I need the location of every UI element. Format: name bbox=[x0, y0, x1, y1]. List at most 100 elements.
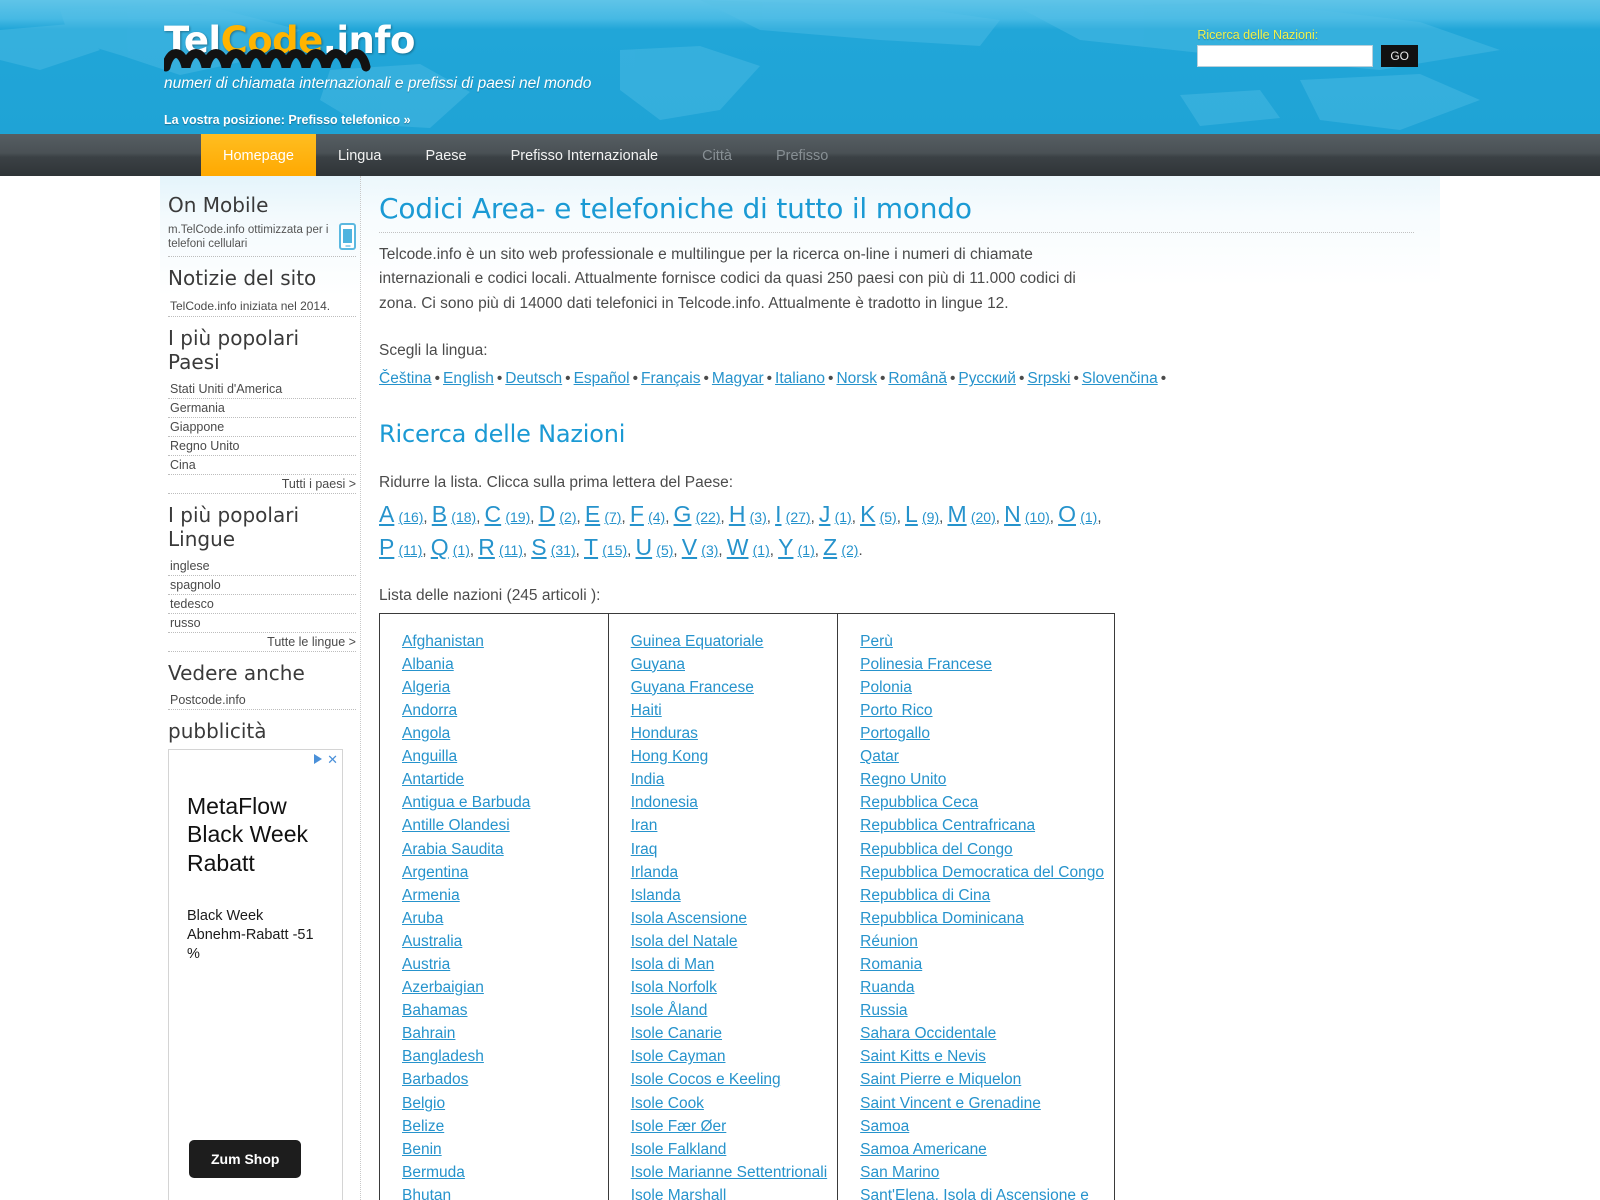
alpha-letter-G[interactable]: G bbox=[674, 501, 692, 527]
alpha-count-U[interactable]: (5) bbox=[656, 542, 673, 558]
alpha-letter-T[interactable]: T bbox=[584, 534, 598, 560]
alpha-count-J[interactable]: (1) bbox=[835, 509, 852, 525]
country-link[interactable]: Porto Rico bbox=[860, 699, 1104, 722]
country-link[interactable]: Isole Cayman bbox=[631, 1045, 827, 1068]
country-link[interactable]: Isola di Man bbox=[631, 953, 827, 976]
country-link[interactable]: Anguilla bbox=[402, 745, 598, 768]
language-link[interactable]: English bbox=[443, 370, 494, 387]
alpha-letter-B[interactable]: B bbox=[432, 501, 447, 527]
country-link[interactable]: Guyana Francese bbox=[631, 676, 827, 699]
country-link[interactable]: Australia bbox=[402, 930, 598, 953]
sidebar-language-item[interactable]: russo bbox=[168, 614, 356, 633]
alpha-count-P[interactable]: (11) bbox=[399, 542, 423, 558]
country-link[interactable]: Sant'Elena, Isola di Ascensione e bbox=[860, 1184, 1104, 1200]
country-link[interactable]: Andorra bbox=[402, 699, 598, 722]
alpha-count-R[interactable]: (11) bbox=[499, 542, 523, 558]
alpha-letter-K[interactable]: K bbox=[860, 501, 875, 527]
language-link[interactable]: Français bbox=[641, 370, 700, 387]
country-link[interactable]: Antille Olandesi bbox=[402, 814, 598, 837]
country-link[interactable]: Armenia bbox=[402, 884, 598, 907]
adchoices-triangle-icon[interactable] bbox=[314, 754, 323, 765]
alpha-count-W[interactable]: (1) bbox=[753, 542, 770, 558]
alpha-letter-Y[interactable]: Y bbox=[778, 534, 793, 560]
country-link[interactable]: Portogallo bbox=[860, 722, 1104, 745]
country-link[interactable]: Iraq bbox=[631, 838, 827, 861]
alpha-count-F[interactable]: (4) bbox=[648, 509, 665, 525]
country-link[interactable]: Arabia Saudita bbox=[402, 838, 598, 861]
alpha-count-Y[interactable]: (1) bbox=[798, 542, 815, 558]
country-link[interactable]: Saint Kitts e Nevis bbox=[860, 1045, 1104, 1068]
adchoices-controls[interactable]: ✕ bbox=[314, 753, 338, 766]
alpha-count-O[interactable]: (1) bbox=[1080, 509, 1097, 525]
country-link[interactable]: Hong Kong bbox=[631, 745, 827, 768]
country-link[interactable]: Russia bbox=[860, 999, 1104, 1022]
country-link[interactable]: Algeria bbox=[402, 676, 598, 699]
country-link[interactable]: Ruanda bbox=[860, 976, 1104, 999]
ad-cta-button[interactable]: Zum Shop bbox=[189, 1139, 302, 1178]
country-link[interactable]: Angola bbox=[402, 722, 598, 745]
nav-item-paese[interactable]: Paese bbox=[403, 134, 488, 177]
country-link[interactable]: Isole Åland bbox=[631, 999, 827, 1022]
country-link[interactable]: Argentina bbox=[402, 861, 598, 884]
alpha-letter-W[interactable]: W bbox=[727, 534, 749, 560]
country-link[interactable]: Qatar bbox=[860, 745, 1104, 768]
sidebar-all-countries-link[interactable]: Tutti i paesi > bbox=[168, 475, 356, 494]
country-link[interactable]: Honduras bbox=[631, 722, 827, 745]
alpha-letter-S[interactable]: S bbox=[531, 534, 546, 560]
alpha-count-E[interactable]: (7) bbox=[604, 509, 621, 525]
country-link[interactable]: Irlanda bbox=[631, 861, 827, 884]
alpha-count-Z[interactable]: (2) bbox=[841, 542, 858, 558]
language-link[interactable]: Srpski bbox=[1027, 370, 1070, 387]
alpha-letter-V[interactable]: V bbox=[682, 534, 697, 560]
country-link[interactable]: Isola Ascensione bbox=[631, 907, 827, 930]
sidebar-country-item[interactable]: Stati Uniti d'America bbox=[168, 380, 356, 399]
country-link[interactable]: Islanda bbox=[631, 884, 827, 907]
country-link[interactable]: Bangladesh bbox=[402, 1045, 598, 1068]
alpha-count-A[interactable]: (16) bbox=[399, 509, 424, 525]
country-link[interactable]: Bermuda bbox=[402, 1161, 598, 1184]
country-link[interactable]: Guyana bbox=[631, 653, 827, 676]
country-link[interactable]: Samoa bbox=[860, 1115, 1104, 1138]
alpha-letter-D[interactable]: D bbox=[539, 501, 556, 527]
alpha-count-M[interactable]: (20) bbox=[971, 509, 996, 525]
country-link[interactable]: Isole Cocos e Keeling bbox=[631, 1068, 827, 1091]
country-link[interactable]: Polinesia Francese bbox=[860, 653, 1104, 676]
country-link[interactable]: Indonesia bbox=[631, 791, 827, 814]
alpha-letter-Q[interactable]: Q bbox=[431, 534, 449, 560]
country-link[interactable]: Antigua e Barbuda bbox=[402, 791, 598, 814]
country-link[interactable]: Repubblica di Cina bbox=[860, 884, 1104, 907]
alpha-letter-I[interactable]: I bbox=[775, 501, 781, 527]
alpha-letter-R[interactable]: R bbox=[478, 534, 495, 560]
country-link[interactable]: Saint Pierre e Miquelon bbox=[860, 1068, 1104, 1091]
language-link[interactable]: Čeština bbox=[379, 370, 432, 387]
alpha-letter-M[interactable]: M bbox=[947, 501, 966, 527]
country-link[interactable]: Réunion bbox=[860, 930, 1104, 953]
country-link[interactable]: Bhutan bbox=[402, 1184, 598, 1200]
language-link[interactable]: Română bbox=[888, 370, 947, 387]
country-link[interactable]: India bbox=[631, 768, 827, 791]
country-link[interactable]: Isole Cook bbox=[631, 1092, 827, 1115]
country-link[interactable]: Barbados bbox=[402, 1068, 598, 1091]
country-link[interactable]: Repubblica Ceca bbox=[860, 791, 1104, 814]
alpha-count-L[interactable]: (9) bbox=[922, 509, 939, 525]
country-link[interactable]: Bahamas bbox=[402, 999, 598, 1022]
language-link[interactable]: Русский bbox=[958, 370, 1016, 387]
sidebar-see-also-item[interactable]: Postcode.info bbox=[168, 691, 356, 710]
alpha-count-T[interactable]: (15) bbox=[602, 542, 627, 558]
country-link[interactable]: Belgio bbox=[402, 1092, 598, 1115]
sidebar-country-item[interactable]: Giappone bbox=[168, 418, 356, 437]
country-link[interactable]: Isole Canarie bbox=[631, 1022, 827, 1045]
sidebar-language-item[interactable]: tedesco bbox=[168, 595, 356, 614]
advertisement[interactable]: ✕ MetaFlow Black Week Rabatt Black Week … bbox=[168, 748, 343, 1200]
country-link[interactable]: Isole Marianne Settentrionali bbox=[631, 1161, 827, 1184]
alpha-letter-H[interactable]: H bbox=[729, 501, 746, 527]
search-input[interactable] bbox=[1197, 45, 1374, 67]
site-logo[interactable]: TelCode.info numeri di chiamata internaz… bbox=[164, 22, 784, 93]
alpha-letter-L[interactable]: L bbox=[905, 501, 918, 527]
country-link[interactable]: Repubblica Centrafricana bbox=[860, 814, 1104, 837]
alpha-count-G[interactable]: (22) bbox=[696, 509, 721, 525]
country-link[interactable]: Polonia bbox=[860, 676, 1104, 699]
country-link[interactable]: Bahrain bbox=[402, 1022, 598, 1045]
alpha-letter-A[interactable]: A bbox=[379, 501, 394, 527]
sidebar-language-item[interactable]: inglese bbox=[168, 557, 356, 576]
